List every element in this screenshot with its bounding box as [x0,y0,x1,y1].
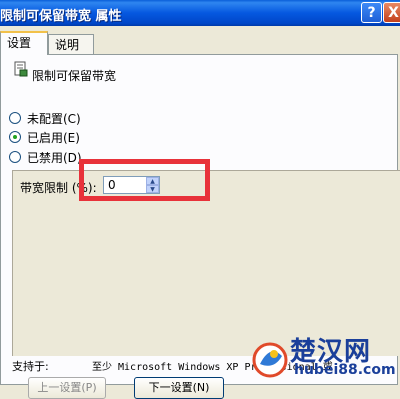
policy-setting-icon [14,61,28,77]
radio-not-configured[interactable] [9,112,21,124]
close-button[interactable]: X [383,2,400,23]
title-bar[interactable]: 限制可保留带宽 属性 ? X [0,0,400,26]
supported-on-label: 支持于: [12,360,49,373]
radio-not-configured-label[interactable]: 未配置(C) [27,110,81,127]
radio-disabled[interactable] [9,151,21,163]
policy-name: 限制可保留带宽 [32,69,117,83]
help-button[interactable]: ? [361,2,382,23]
window-title: 限制可保留带宽 属性 [0,9,122,24]
radio-enabled-label[interactable]: 已启用(E) [27,129,80,146]
tab-settings[interactable]: 设置 [0,31,48,55]
tab-explain[interactable]: 说明 [48,34,94,54]
previous-setting-button[interactable]: 上一设置(P) [28,377,106,399]
next-setting-button[interactable]: 下一设置(N) [134,377,224,399]
highlight-box [79,159,210,201]
watermark-url: hubei88.com [294,362,396,378]
radio-enabled[interactable] [9,131,21,143]
radio-disabled-label[interactable]: 已禁用(D) [27,149,82,166]
